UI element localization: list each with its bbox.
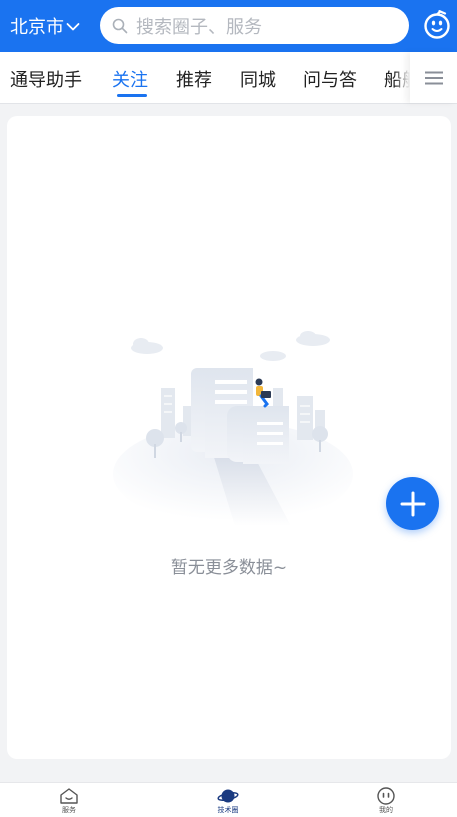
search-input[interactable]: 搜索圈子、服务 xyxy=(100,7,409,44)
chatbot-icon[interactable] xyxy=(423,10,451,40)
nav-services[interactable]: 服务 xyxy=(39,787,99,815)
face-icon xyxy=(377,787,395,805)
tab-nav-assistant[interactable]: 通导助手 xyxy=(10,66,82,92)
city-label: 北京市 xyxy=(10,17,64,38)
add-post-button[interactable] xyxy=(386,477,439,530)
active-tab-indicator xyxy=(117,94,147,97)
nav-profile-label: 我的 xyxy=(379,806,393,814)
tab-following[interactable]: 关注 xyxy=(112,66,148,92)
content-card: 暂无更多数据~ xyxy=(7,116,451,759)
empty-state-text: 暂无更多数据~ xyxy=(170,558,288,578)
planet-icon xyxy=(217,789,239,803)
more-tabs-button[interactable] xyxy=(410,52,457,103)
chevron-down-icon xyxy=(66,23,80,31)
category-tabs: 通导助手 关注 推荐 同城 问与答 船舶 xyxy=(0,52,457,104)
plus-icon xyxy=(400,491,425,516)
home-icon xyxy=(60,788,78,804)
tab-same-city[interactable]: 同城 xyxy=(240,66,276,92)
nav-tech-circle-label: 技术圈 xyxy=(217,806,239,814)
search-icon xyxy=(112,18,128,33)
bottom-navigation: 服务 技术圈 我的 xyxy=(0,782,457,817)
nav-tech-circle[interactable]: 技术圈 xyxy=(198,787,258,815)
menu-icon xyxy=(424,71,443,84)
tab-qa[interactable]: 问与答 xyxy=(303,66,357,92)
tab-recommended[interactable]: 推荐 xyxy=(176,66,212,92)
empty-state-illustration xyxy=(113,331,353,526)
search-placeholder: 搜索圈子、服务 xyxy=(136,16,262,38)
city-selector[interactable]: 北京市 xyxy=(10,13,80,39)
nav-profile[interactable]: 我的 xyxy=(356,787,416,815)
top-header: 北京市 搜索圈子、服务 xyxy=(0,0,457,52)
nav-services-label: 服务 xyxy=(62,806,76,814)
tabs-fade xyxy=(394,52,410,103)
